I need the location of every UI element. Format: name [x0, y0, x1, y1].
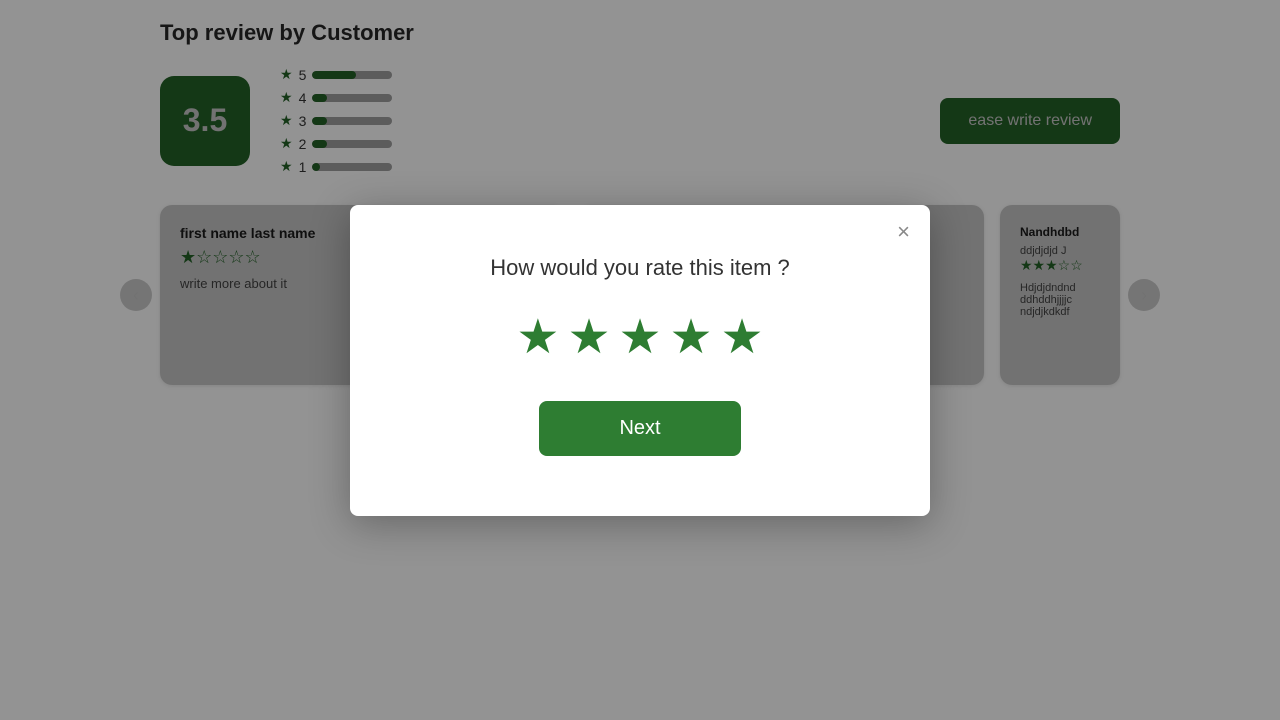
star-5[interactable]: ★ — [721, 309, 764, 365]
star-1[interactable]: ★ — [516, 309, 559, 365]
modal-close-button[interactable]: × — [897, 221, 910, 243]
modal-question: How would you rate this item ? — [390, 255, 890, 281]
star-2[interactable]: ★ — [567, 309, 610, 365]
modal-overlay: × How would you rate this item ? ★ ★ ★ ★… — [0, 0, 1280, 720]
rating-modal: × How would you rate this item ? ★ ★ ★ ★… — [350, 205, 930, 516]
next-button[interactable]: Next — [539, 401, 740, 456]
star-3[interactable]: ★ — [618, 309, 661, 365]
modal-stars[interactable]: ★ ★ ★ ★ ★ — [390, 309, 890, 365]
star-4[interactable]: ★ — [670, 309, 713, 365]
